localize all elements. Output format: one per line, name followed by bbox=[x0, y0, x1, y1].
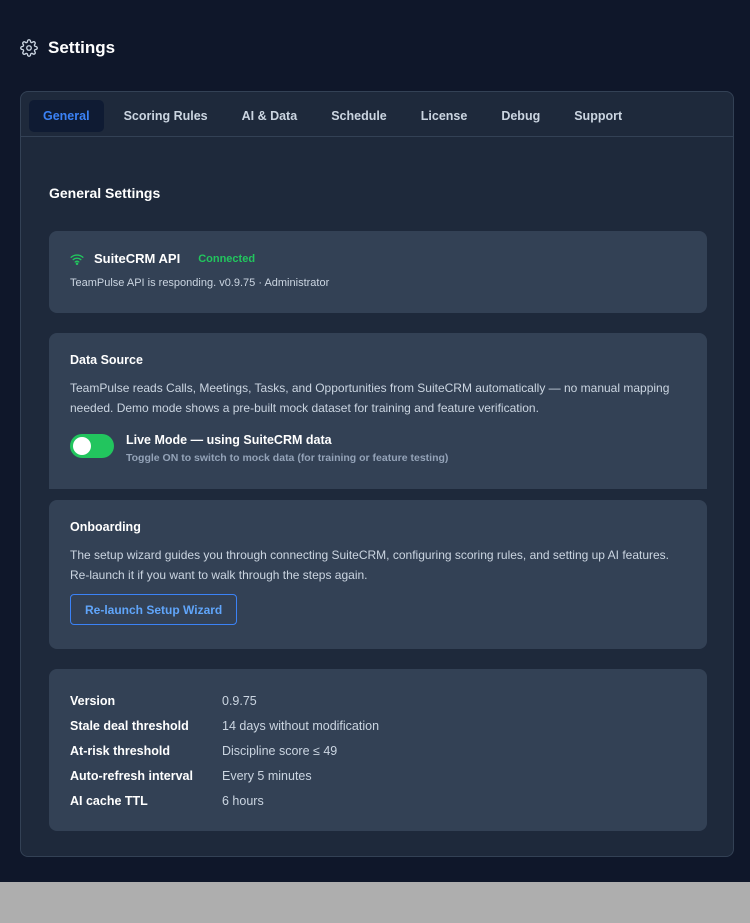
info-row: Auto-refresh interval Every 5 minutes bbox=[70, 763, 379, 788]
tab-ai-data[interactable]: AI & Data bbox=[228, 100, 312, 132]
tab-debug[interactable]: Debug bbox=[487, 100, 554, 132]
section-title: General Settings bbox=[49, 185, 161, 201]
info-row: Version 0.9.75 bbox=[70, 689, 379, 714]
status-badge: Connected bbox=[198, 252, 256, 265]
info-value: 6 hours bbox=[222, 793, 264, 808]
live-mode-toggle[interactable] bbox=[70, 434, 114, 458]
info-key: At-risk threshold bbox=[70, 743, 171, 758]
info-row: At-risk threshold Discipline score ≤ 49 bbox=[70, 739, 379, 764]
info-row: Stale deal threshold 14 days without mod… bbox=[70, 714, 379, 739]
api-status-card: SuiteCRM API Connected TeamPulse API is … bbox=[49, 231, 707, 313]
live-mode-row: Live Mode — using SuiteCRM data Toggle O… bbox=[70, 432, 448, 465]
data-source-card: Data Source TeamPulse reads Calls, Meeti… bbox=[49, 333, 707, 489]
general-panel: General Settings SuiteCRM API Connected bbox=[21, 136, 733, 856]
onboarding-description: The setup wizard guides you through conn… bbox=[70, 548, 670, 582]
tab-schedule[interactable]: Schedule bbox=[317, 100, 401, 132]
tab-bar: General Scoring Rules AI & Data Schedule… bbox=[29, 100, 642, 132]
toggle-label: Live Mode — using SuiteCRM data bbox=[126, 433, 332, 447]
settings-container: General Scoring Rules AI & Data Schedule… bbox=[20, 91, 734, 857]
info-table: Version 0.9.75 Stale deal threshold 14 d… bbox=[70, 689, 379, 813]
wifi-icon bbox=[70, 253, 84, 265]
toggle-text: Live Mode — using SuiteCRM data Toggle O… bbox=[126, 432, 448, 465]
tab-general[interactable]: General bbox=[29, 100, 104, 132]
gear-icon bbox=[20, 39, 38, 57]
data-source-title: Data Source bbox=[70, 353, 143, 367]
tab-scoring-rules[interactable]: Scoring Rules bbox=[110, 100, 222, 132]
info-value: Discipline score ≤ 49 bbox=[222, 743, 338, 758]
data-source-description: TeamPulse reads Calls, Meetings, Tasks, … bbox=[70, 381, 670, 415]
window-bottom-area bbox=[0, 882, 750, 923]
toggle-knob bbox=[73, 437, 91, 455]
api-name: SuiteCRM API bbox=[94, 251, 181, 266]
info-card: Version 0.9.75 Stale deal threshold 14 d… bbox=[49, 669, 707, 831]
info-key: AI cache TTL bbox=[70, 793, 148, 808]
page-header: Settings bbox=[20, 38, 115, 58]
api-subtitle: TeamPulse API is responding. v0.9.75 · A… bbox=[70, 277, 330, 289]
settings-page: Settings General Scoring Rules AI & Data… bbox=[0, 0, 750, 882]
tab-support[interactable]: Support bbox=[560, 100, 636, 132]
info-value: Every 5 minutes bbox=[222, 768, 312, 783]
page-title: Settings bbox=[48, 38, 116, 57]
tab-license[interactable]: License bbox=[407, 100, 482, 132]
info-key: Version bbox=[70, 694, 116, 709]
relaunch-wizard-button[interactable]: Re-launch Setup Wizard bbox=[70, 594, 238, 625]
info-value: 14 days without modification bbox=[222, 719, 380, 734]
toggle-hint: Toggle ON to switch to mock data (for tr… bbox=[126, 452, 449, 464]
info-value: 0.9.75 bbox=[222, 694, 257, 709]
onboarding-title: Onboarding bbox=[70, 520, 141, 534]
info-row: AI cache TTL 6 hours bbox=[70, 788, 379, 813]
info-key: Stale deal threshold bbox=[70, 719, 189, 734]
info-key: Auto-refresh interval bbox=[70, 768, 193, 783]
onboarding-card: Onboarding The setup wizard guides you t… bbox=[49, 500, 707, 649]
api-status-row: SuiteCRM API Connected bbox=[70, 251, 255, 266]
